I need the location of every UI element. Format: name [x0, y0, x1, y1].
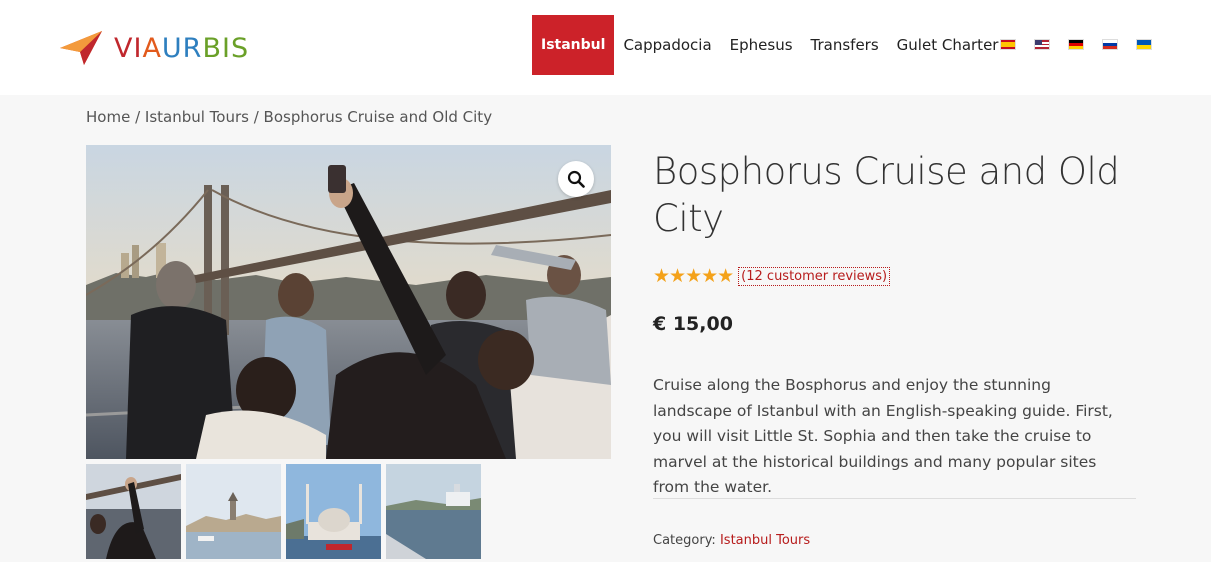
breadcrumb-separator: / [248, 108, 264, 126]
usa-flag-icon[interactable] [1034, 39, 1050, 50]
zoom-button[interactable] [558, 161, 594, 197]
main-nav: Istanbul Cappadocia Ephesus Transfers Gu… [532, 15, 1007, 75]
product-category: Category: Istanbul Tours [653, 533, 810, 548]
nav-item-istanbul[interactable]: Istanbul [532, 15, 615, 75]
star-rating-icon: ★★★★★ [653, 265, 734, 287]
bosphorus-photo [86, 145, 611, 459]
logo-text-part: BIS [202, 32, 250, 64]
thumbnail-galata-view[interactable] [186, 464, 281, 559]
customer-reviews-link[interactable]: (12 customer reviews) [738, 266, 891, 286]
germany-flag-icon[interactable] [1068, 39, 1084, 50]
product-price: € 15,00 [653, 313, 733, 335]
nav-item-cappadocia[interactable]: Cappadocia [614, 15, 720, 75]
logo-text-part: UR [161, 32, 203, 64]
site-logo[interactable]: VIAURBIS [60, 28, 249, 68]
breadcrumb-separator: / [130, 108, 145, 126]
product-description: Cruise along the Bosphorus and enjoy the… [653, 376, 1113, 496]
site-header: VIAURBIS Istanbul Cappadocia Ephesus Tra… [0, 0, 1211, 95]
magnifier-icon [567, 170, 585, 188]
thumbnail-ortakoy-mosque[interactable] [286, 464, 381, 559]
thumbnail-group-photo[interactable] [86, 464, 181, 559]
breadcrumb-home[interactable]: Home [86, 108, 130, 126]
category-link[interactable]: Istanbul Tours [720, 533, 810, 548]
thumbnail-image [286, 464, 381, 559]
thumbnail-image [186, 464, 281, 559]
breadcrumb-current: Bosphorus Cruise and Old City [263, 108, 493, 126]
nav-item-transfers[interactable]: Transfers [802, 15, 888, 75]
gallery-thumbnails [86, 464, 486, 559]
thumbnail-ferry[interactable] [386, 464, 481, 559]
nav-item-ephesus[interactable]: Ephesus [721, 15, 802, 75]
ukraine-flag-icon[interactable] [1136, 39, 1152, 50]
thumbnail-image [386, 464, 481, 559]
product-title: Bosphorus Cruise and Old City [653, 150, 1120, 240]
category-label: Category: [653, 533, 716, 548]
language-switcher [1000, 39, 1170, 50]
spain-flag-icon[interactable] [1000, 39, 1016, 50]
logo-text: VIAURBIS [114, 33, 249, 64]
logo-text-part: VI [114, 32, 143, 64]
breadcrumb-category[interactable]: Istanbul Tours [145, 108, 249, 126]
breadcrumb: Home / Istanbul Tours / Bosphorus Cruise… [86, 108, 492, 126]
russia-flag-icon[interactable] [1102, 39, 1118, 50]
thumbnail-image [86, 464, 181, 559]
divider [653, 498, 1136, 499]
logo-text-part: A [142, 32, 162, 64]
product-rating: ★★★★★ (12 customer reviews) [653, 265, 891, 287]
nav-item-gulet-charter[interactable]: Gulet Charter [888, 15, 1008, 75]
paper-plane-icon [60, 31, 102, 65]
product-main-image[interactable] [86, 145, 611, 459]
